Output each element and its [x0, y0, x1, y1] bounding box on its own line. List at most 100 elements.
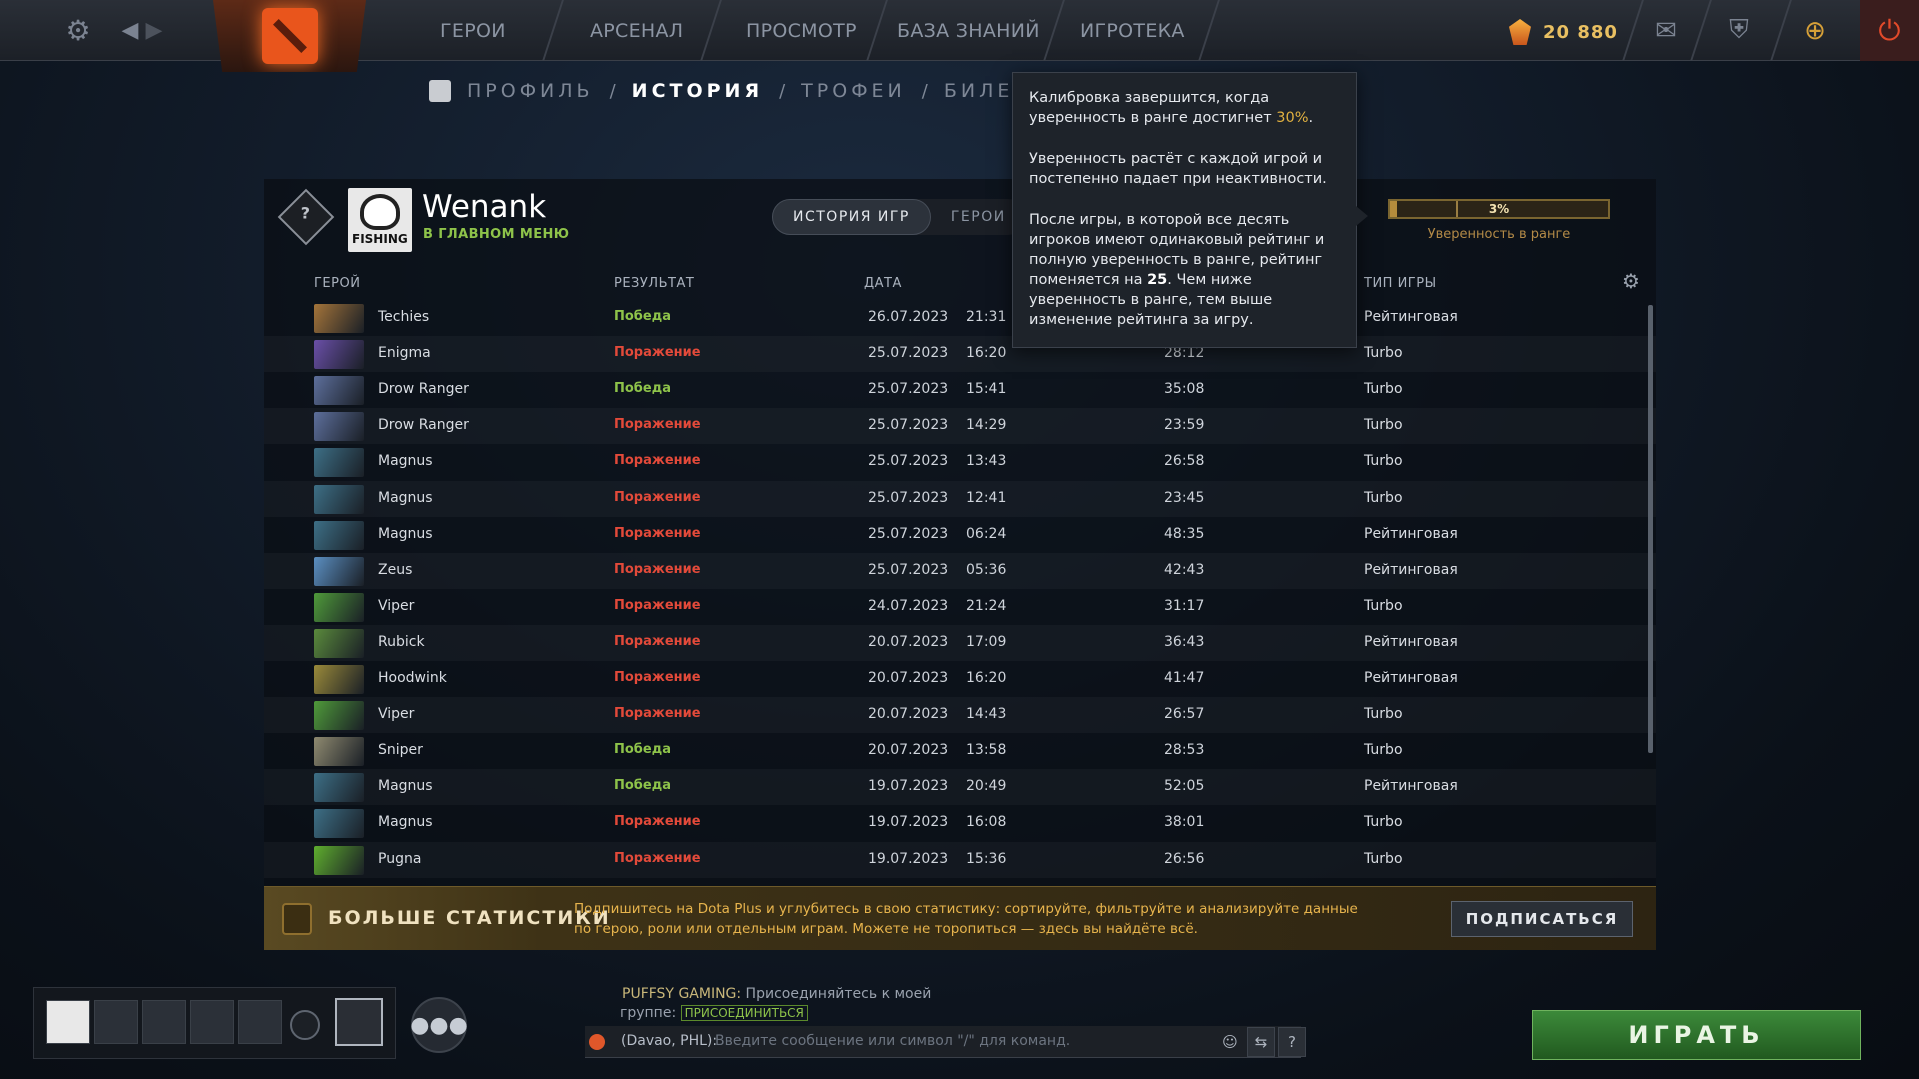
party-slot-empty[interactable] [190, 1000, 234, 1044]
rank-confidence-percent: 3% [1488, 202, 1510, 216]
tab-match-history[interactable]: ИСТОРИЯ ИГР [772, 199, 931, 235]
match-time: 16:08 [966, 814, 1007, 831]
party-slot-self[interactable] [46, 1000, 90, 1044]
group-finder-icon[interactable]: ●●● [410, 997, 468, 1053]
col-hero[interactable]: ГЕРОЙ [314, 276, 360, 291]
subnav-separator: / [779, 80, 786, 102]
nav-learn[interactable]: БАЗА ЗНАНИЙ [897, 0, 1040, 61]
subnav-profile[interactable]: ПРОФИЛЬ [467, 80, 594, 102]
calibration-tooltip: Калибровка завершится, когда уверенность… [1012, 72, 1368, 348]
tooltip-bold-value: 25 [1147, 272, 1168, 288]
table-row[interactable]: Viper Поражение 20.07.2023 14:43 26:57 Turbo [264, 697, 1656, 733]
tooltip-text: . [1308, 110, 1314, 126]
col-result[interactable]: РЕЗУЛЬТАТ [614, 276, 694, 291]
chat-channel-icon[interactable] [589, 1034, 605, 1050]
subnav-separator: / [609, 80, 616, 102]
armory-icon[interactable]: ⛨ [1716, 0, 1762, 61]
party-slot-empty[interactable] [94, 1000, 138, 1044]
chat-input[interactable]: (Davao, PHL): Введите сообщение или симв… [585, 1026, 1301, 1058]
voice-headset-icon[interactable] [290, 1010, 320, 1040]
table-row[interactable]: Sniper Победа 20.07.2023 13:58 28:53 Turbo [264, 733, 1656, 769]
match-time: 06:24 [966, 525, 1007, 542]
settings-gear-icon[interactable]: ⚙ [58, 0, 98, 61]
shards-currency[interactable]: 20 880 [1509, 12, 1618, 52]
play-button[interactable]: ИГРАТЬ [1532, 1010, 1861, 1060]
power-icon[interactable]: ⏻ [1860, 0, 1919, 61]
match-duration: 52:05 [1164, 778, 1205, 795]
match-duration: 26:56 [1164, 850, 1205, 867]
party-slot-empty[interactable] [238, 1000, 282, 1044]
avatar[interactable]: FISHING [348, 188, 412, 252]
rank-badge-label: ? [300, 203, 311, 223]
col-date[interactable]: ДАТА [864, 276, 902, 291]
match-result: Поражение [614, 814, 701, 830]
subscribe-button[interactable]: ПОДПИСАТЬСЯ [1451, 901, 1633, 937]
table-row[interactable]: Magnus Поражение 19.07.2023 16:08 38:01 Turbo [264, 805, 1656, 841]
match-type: Turbo [1364, 706, 1403, 723]
subnav-history[interactable]: ИСТОРИЯ [632, 80, 763, 102]
match-list-scrollbar[interactable] [1648, 305, 1653, 753]
back-arrow-icon[interactable]: ◀ [118, 0, 142, 61]
match-time: 17:09 [966, 633, 1007, 650]
dota-plus-banner: БОЛЬШЕ СТАТИСТИКИ Подпишитесь на Dota Pl… [264, 886, 1656, 950]
match-date: 25.07.2023 [868, 381, 949, 398]
table-row[interactable]: Rubick Поражение 20.07.2023 17:09 36:43 Рейти… [264, 625, 1656, 661]
table-row[interactable]: Zeus Поражение 25.07.2023 05:36 42:43 Рейтинг… [264, 553, 1656, 589]
table-row[interactable]: Viper Поражение 24.07.2023 21:24 31:17 Turbo [264, 589, 1656, 625]
party-slot-empty[interactable] [142, 1000, 186, 1044]
subnav-trophies[interactable]: ТРОФЕИ [801, 80, 906, 102]
table-row[interactable]: Drow Ranger Победа 25.07.2023 15:41 35:08 Tur… [264, 372, 1656, 408]
emoji-icon[interactable]: ☺ [1216, 1027, 1244, 1057]
table-row[interactable]: Drow Ranger Поражение 25.07.2023 14:29 23:59… [264, 408, 1656, 444]
table-row[interactable]: Techies Победа 26.07.2023 21:31 Рейтинговая [264, 300, 1656, 336]
chat-channel-label: (Davao, PHL): [621, 1033, 718, 1049]
rank-badge-icon[interactable]: ? [277, 188, 335, 246]
match-duration: 41:47 [1164, 670, 1205, 686]
nav-watch[interactable]: ПРОСМОТР [746, 0, 857, 61]
hero-name: Viper [378, 706, 415, 723]
nav-arcade[interactable]: ИГРОТЕКА [1080, 0, 1185, 61]
col-type[interactable]: ТИП ИГРЫ [1364, 276, 1437, 291]
table-row[interactable]: Magnus Поражение 25.07.2023 13:43 26:58 Turbo [264, 444, 1656, 480]
chat-text: группе: [620, 1005, 681, 1021]
hero-name: Enigma [378, 345, 431, 362]
nav-heroes[interactable]: ГЕРОИ [440, 0, 506, 61]
match-date: 25.07.2023 [868, 417, 949, 434]
match-type: Рейтинговая [1364, 778, 1458, 795]
forward-arrow-icon[interactable]: ▶ [142, 0, 166, 61]
mail-icon[interactable]: ✉ [1646, 0, 1686, 61]
match-date: 25.07.2023 [868, 489, 949, 506]
hero-name: Magnus [378, 778, 433, 795]
dota-plus-description: Подпишитесь на Dota Plus и углубитесь в … [574, 901, 1358, 937]
hero-name: Viper [378, 597, 415, 614]
table-row[interactable]: Enigma Поражение 25.07.2023 16:20 28:12 Turbo [264, 336, 1656, 372]
match-duration: 26:57 [1164, 706, 1205, 723]
match-date: 19.07.2023 [868, 778, 949, 795]
table-row[interactable]: Magnus Поражение 25.07.2023 06:24 48:35 Рейти… [264, 517, 1656, 553]
table-row[interactable]: Pugna Поражение 19.07.2023 15:36 26:56 Turbo [264, 842, 1656, 878]
hero-portrait [314, 304, 364, 333]
match-duration: 42:43 [1164, 561, 1205, 578]
nav-arsenal[interactable]: АРСЕНАЛ [590, 0, 683, 61]
help-icon[interactable]: ? [1278, 1027, 1306, 1057]
match-time: 12:41 [966, 489, 1007, 506]
hero-name: Magnus [378, 525, 433, 542]
table-row[interactable]: Magnus Поражение 25.07.2023 12:41 23:45 Turbo [264, 481, 1656, 517]
table-settings-gear-icon[interactable]: ⚙ [1622, 269, 1640, 293]
chat-wheel-icon[interactable]: ⇆ [1247, 1027, 1275, 1057]
match-time: 21:24 [966, 597, 1007, 614]
dota-plus-icon[interactable]: ⊕ [1792, 0, 1838, 61]
match-time: 13:58 [966, 742, 1007, 759]
match-result: Победа [614, 778, 671, 794]
match-duration: 28:53 [1164, 742, 1205, 759]
dota-logo[interactable] [213, 0, 366, 72]
rank-confidence-bar[interactable]: 3% [1388, 199, 1610, 219]
match-result: Поражение [614, 706, 701, 722]
shard-gem-icon [1509, 19, 1531, 45]
hero-portrait [314, 737, 364, 767]
party-rank-icon[interactable] [335, 998, 383, 1046]
table-row[interactable]: Magnus Победа 19.07.2023 20:49 52:05 Рейтинго… [264, 769, 1656, 805]
chat-join-link[interactable]: ПРИСОЕДИНИТЬСЯ [680, 1005, 808, 1021]
match-date: 19.07.2023 [868, 850, 949, 867]
table-row[interactable]: Hoodwink Поражение 20.07.2023 16:20 41:47 Рей… [264, 661, 1656, 697]
